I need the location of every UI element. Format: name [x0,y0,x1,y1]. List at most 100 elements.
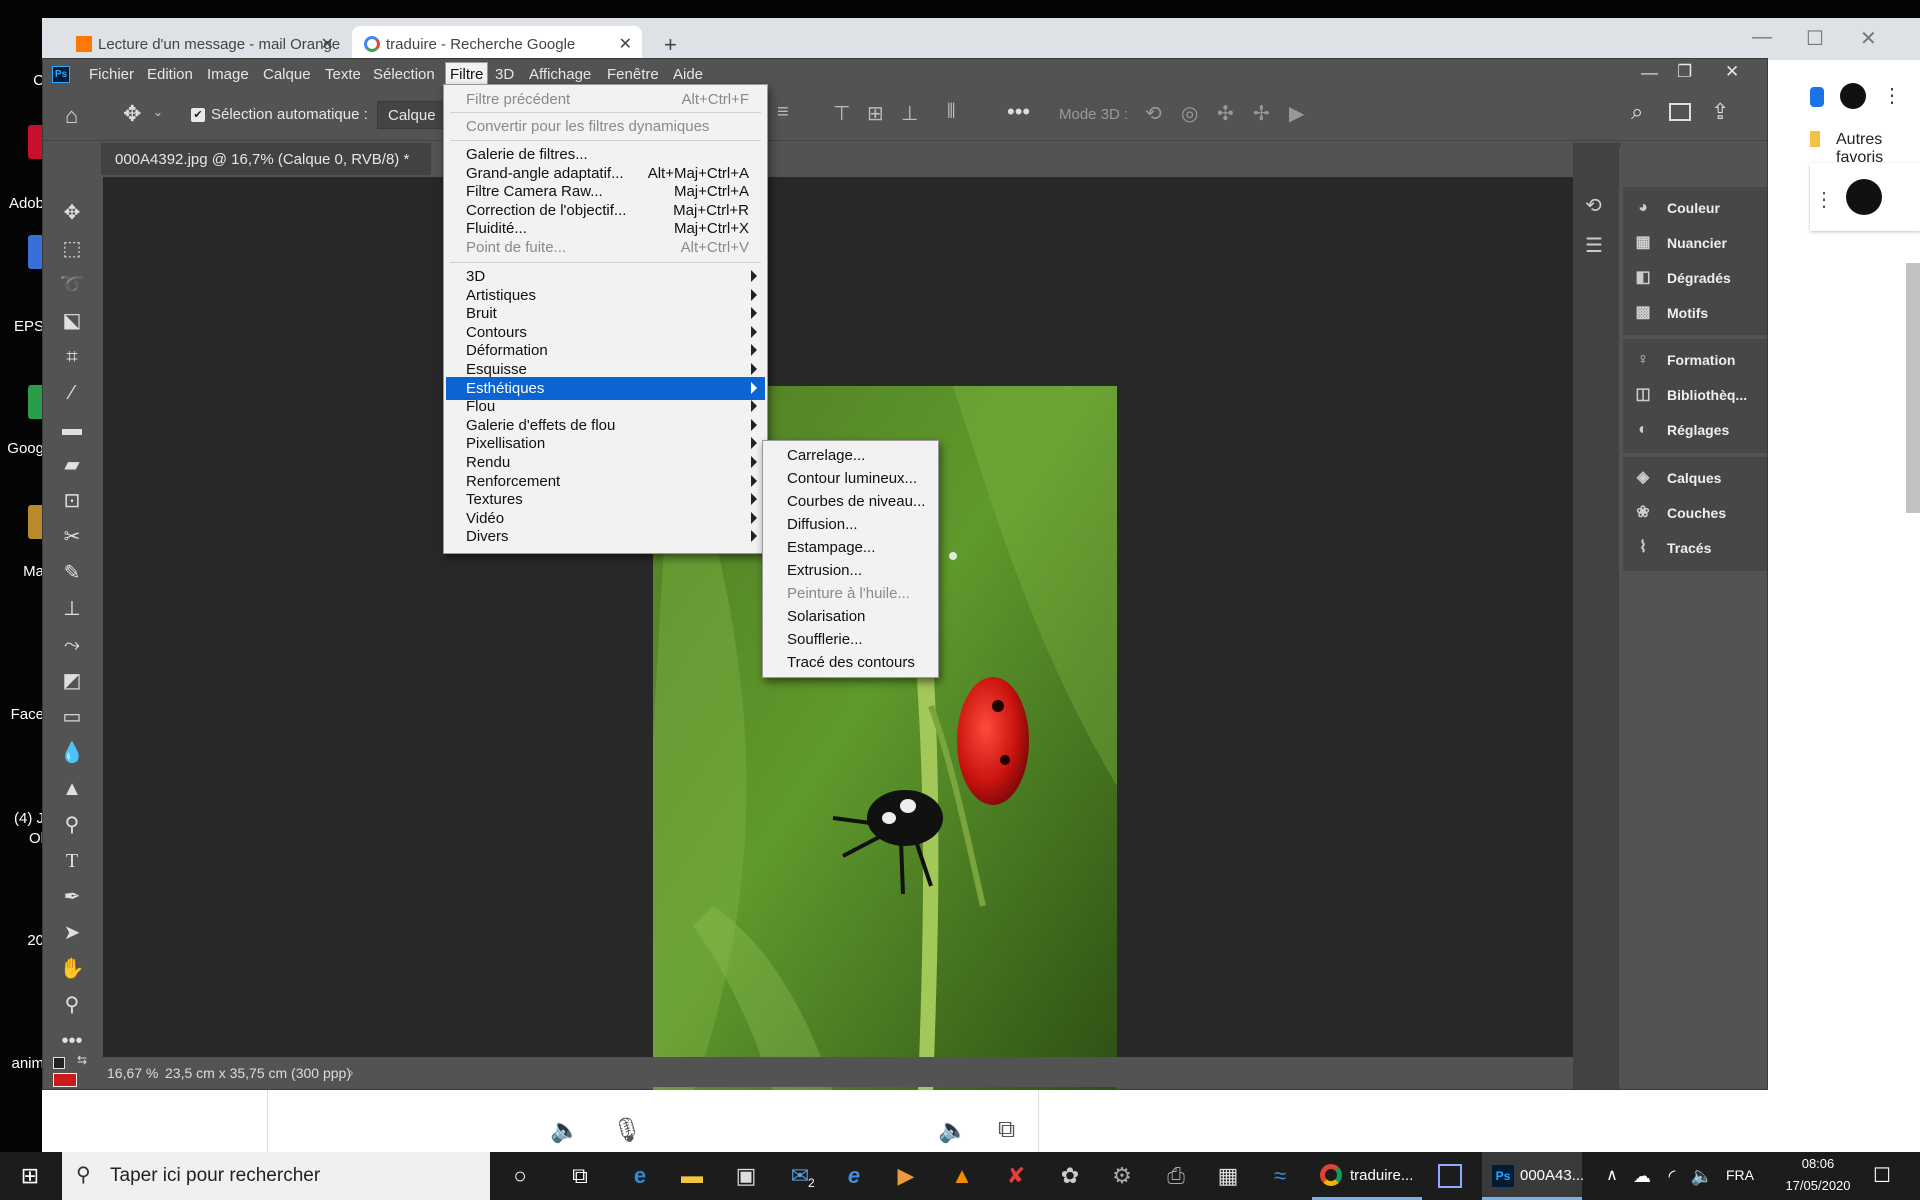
copy-icon[interactable]: ⧉ [998,1116,1015,1144]
sharpen-tool-icon[interactable]: ▲ [57,775,87,803]
app-x-icon[interactable]: ✘ [1000,1160,1032,1192]
menu-aide[interactable]: Aide [673,66,703,83]
taskbar-chrome-app[interactable]: traduire... [1312,1152,1422,1200]
menu-selection[interactable]: Sélection [373,66,435,83]
close-tab-icon[interactable]: ✕ [321,34,334,54]
stylize-submenu-item[interactable]: Carrelage... [763,444,938,467]
app-feather-icon[interactable]: ✿ [1054,1160,1086,1192]
share-icon[interactable]: ⇪ [1711,99,1729,125]
volume-icon[interactable]: 🔈 [1686,1160,1718,1192]
chrome-minimize-button[interactable]: — [1752,26,1772,49]
stylize-submenu-item[interactable]: Solarisation [763,605,938,628]
chrome-tab[interactable]: Lecture d'un message - mail Orange ✕ [64,26,344,60]
panel-reglages[interactable]: ◐ Réglages [1623,413,1767,447]
extension-icon[interactable] [1810,87,1824,107]
panel-formation[interactable]: ♀ Formation [1623,343,1767,377]
eyedropper-tool-icon[interactable]: ⁄ [57,379,87,407]
ps-close-button[interactable]: ✕ [1725,62,1739,82]
tray-expand-icon[interactable]: ∧ [1596,1160,1628,1192]
microphone-icon[interactable]: 🎙 [612,1116,642,1145]
dodge-tool-icon[interactable]: ⚲ [57,811,87,839]
stylize-submenu-item[interactable]: Tracé des contours [763,651,938,674]
filter-menu-item[interactable]: Divers [446,525,765,548]
menu-edition[interactable]: Edition [147,66,193,83]
chrome-menu-icon[interactable]: ⋮ [1882,83,1902,108]
close-tab-icon[interactable]: ✕ [619,34,632,54]
workspace-icon[interactable] [1669,103,1691,121]
home-icon[interactable]: ⌂ [65,103,78,129]
panel-calques[interactable]: ◈ Calques [1623,461,1767,495]
panel-nuancier[interactable]: ▦ Nuancier [1623,226,1767,260]
stylize-submenu-item[interactable]: Contour lumineux... [763,467,938,490]
wifi-icon[interactable]: ◜ [1656,1160,1688,1192]
panel-couleur[interactable]: ◕ Couleur [1623,191,1767,225]
stamp-tool-icon[interactable]: ⊥ [57,595,87,623]
chevron-down-icon[interactable]: ⌄ [153,105,163,119]
slide-3d-icon[interactable]: ✢ [1253,101,1270,126]
align-top-icon[interactable]: ⊤ [833,101,850,126]
clock-date[interactable]: 17/05/2020 [1778,1178,1858,1193]
gradient-tool-icon[interactable]: ▭ [57,703,87,731]
vlc-icon[interactable]: ▲ [946,1160,978,1192]
more-tools-icon[interactable]: ••• [57,1027,87,1055]
properties-panel-icon[interactable]: ☰ [1585,233,1603,258]
orbit-3d-icon[interactable]: ⟲ [1145,101,1162,126]
frame-tool-icon[interactable]: ⊡ [57,487,87,515]
app-wave-icon[interactable]: ≈ [1264,1160,1296,1192]
ps-minimize-button[interactable]: — [1641,63,1658,83]
search-icon[interactable]: ⌕ [1631,99,1643,125]
auto-select-checkbox[interactable]: ✔ [191,108,205,122]
onedrive-icon[interactable]: ☁ [1626,1160,1658,1192]
align-middle-icon[interactable]: ⊞ [867,101,884,126]
edge-icon[interactable]: e [624,1160,656,1192]
speaker-icon[interactable]: 🔈 [550,1116,580,1145]
media-player-icon[interactable]: ▶ [890,1160,922,1192]
zoom-tool-icon[interactable]: ⚲ [57,991,87,1019]
roll-3d-icon[interactable]: ◎ [1181,101,1198,126]
notifications-icon[interactable]: ☐ [1866,1160,1898,1192]
clock-time[interactable]: 08:06 [1778,1156,1858,1171]
menu-3d[interactable]: 3D [495,66,514,83]
file-explorer-icon[interactable]: ▬ [676,1160,708,1192]
panel-couches[interactable]: ❀ Couches [1623,496,1767,530]
stylize-submenu-item[interactable]: Estampage... [763,536,938,559]
menu-affichage[interactable]: Affichage [529,66,591,83]
bandage-tool-icon[interactable]: ▰ [57,451,87,479]
chrome-tab-active[interactable]: traduire - Recherche Google ✕ [352,26,642,60]
status-menu-arrow[interactable]: › [349,1064,354,1080]
windows-start-icon[interactable]: ⊞ [14,1160,46,1192]
menu-calque[interactable]: Calque [263,66,311,83]
taskbar-photoshop-app[interactable]: Ps 000A43... [1482,1152,1584,1200]
menu-texte[interactable]: Texte [325,66,361,83]
panel-motifs[interactable]: ▩ Motifs [1623,296,1767,330]
eraser-tool-icon[interactable]: ◩ [57,667,87,695]
more-options-icon[interactable]: ••• [1007,99,1030,125]
swap-colors-icon[interactable]: ⇆ [77,1053,87,1067]
history-panel-icon[interactable]: ⟲ [1585,193,1602,218]
path-select-tool-icon[interactable]: ➤ [57,919,87,947]
speaker-icon[interactable]: 🔈 [938,1116,968,1145]
text-tool-icon[interactable]: T [57,847,87,875]
scrollbar-thumb[interactable] [1906,263,1920,513]
default-colors-icon[interactable] [53,1057,65,1069]
auto-select-dropdown[interactable]: Calque [377,101,447,129]
taskbar-app-photoshop-camera[interactable] [1430,1152,1470,1200]
crop-tool-icon[interactable]: ⌗ [57,343,87,371]
healing-tool-icon[interactable]: ▬ [57,415,87,443]
app-settings-icon[interactable]: ⚙ [1106,1160,1138,1192]
move-tool-icon[interactable]: ✥ [57,199,87,227]
stylize-submenu-item[interactable]: Soufflerie... [763,628,938,651]
zoom-level[interactable]: 16,67 % [107,1065,158,1081]
account-avatar[interactable] [1846,179,1882,215]
object-select-tool-icon[interactable]: ⬕ [57,307,87,335]
task-view-icon[interactable]: ⧉ [564,1160,596,1192]
lasso-tool-icon[interactable]: ➰ [57,271,87,299]
bookmarks-other[interactable]: Autres favoris [1836,131,1920,167]
ps-restore-button[interactable]: ❐ [1677,62,1692,82]
panel-degrades[interactable]: ◧ Dégradés [1623,261,1767,295]
hand-tool-icon[interactable]: ✋ [57,955,87,983]
blur-tool-icon[interactable]: 💧 [57,739,87,767]
menu-image[interactable]: Image [207,66,249,83]
align-bottom-icon[interactable]: ⊥ [901,101,918,126]
panel-bibliotheques[interactable]: ◫ Bibliothèq... [1623,378,1767,412]
